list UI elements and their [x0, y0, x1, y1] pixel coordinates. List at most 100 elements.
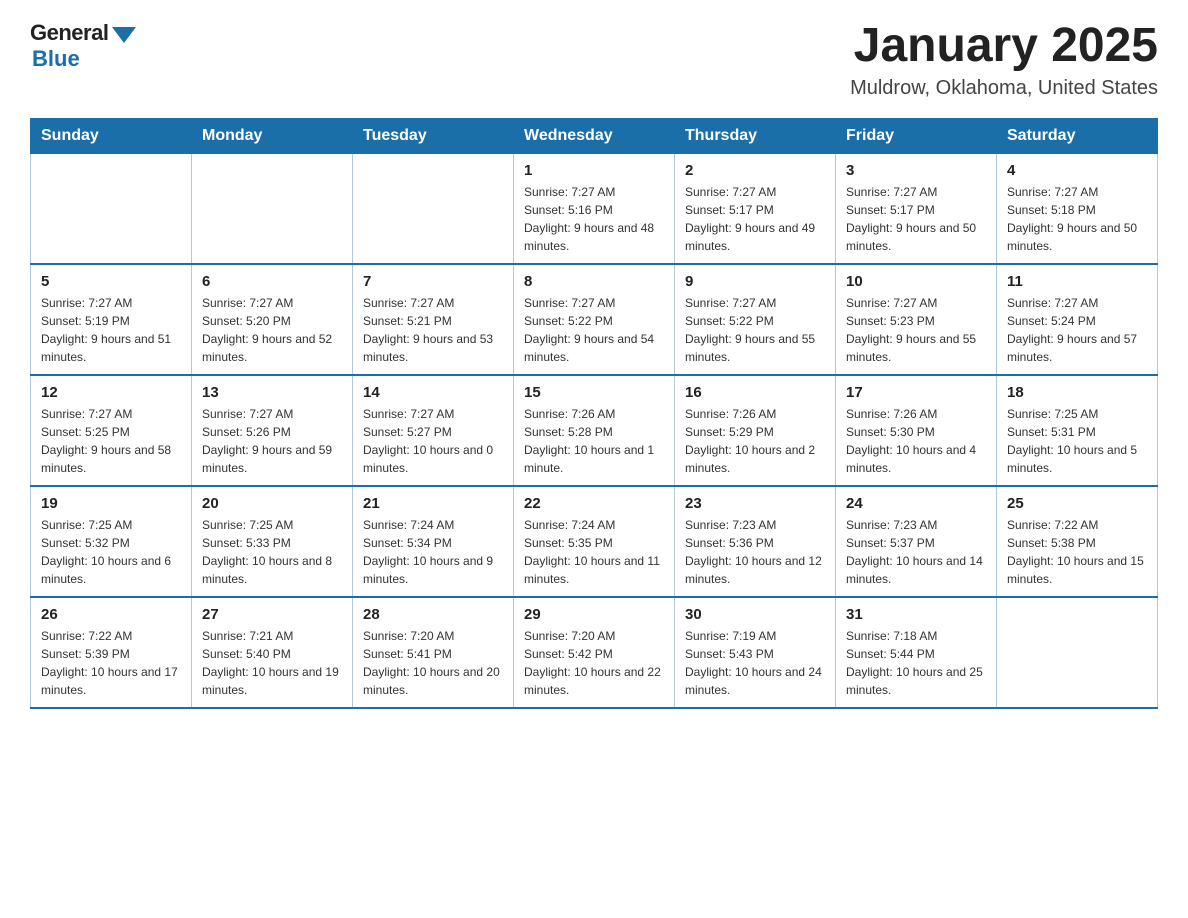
day-info: Sunrise: 7:22 AM Sunset: 5:39 PM Dayligh… — [41, 627, 181, 699]
day-info: Sunrise: 7:20 AM Sunset: 5:42 PM Dayligh… — [524, 627, 664, 699]
day-info: Sunrise: 7:25 AM Sunset: 5:33 PM Dayligh… — [202, 516, 342, 588]
day-number: 17 — [846, 384, 986, 401]
day-number: 26 — [41, 606, 181, 623]
calendar-cell: 10Sunrise: 7:27 AM Sunset: 5:23 PM Dayli… — [836, 264, 997, 375]
day-info: Sunrise: 7:27 AM Sunset: 5:26 PM Dayligh… — [202, 405, 342, 477]
day-number: 3 — [846, 162, 986, 179]
calendar-cell: 31Sunrise: 7:18 AM Sunset: 5:44 PM Dayli… — [836, 597, 997, 708]
day-info: Sunrise: 7:21 AM Sunset: 5:40 PM Dayligh… — [202, 627, 342, 699]
day-info: Sunrise: 7:19 AM Sunset: 5:43 PM Dayligh… — [685, 627, 825, 699]
day-info: Sunrise: 7:25 AM Sunset: 5:31 PM Dayligh… — [1007, 405, 1147, 477]
day-info: Sunrise: 7:27 AM Sunset: 5:23 PM Dayligh… — [846, 294, 986, 366]
day-info: Sunrise: 7:27 AM Sunset: 5:22 PM Dayligh… — [524, 294, 664, 366]
calendar-cell: 26 Sunrise: 7:22 AM Sunset: 5:39 PM Dayli… — [31, 597, 192, 708]
day-number: 1 — [524, 162, 664, 179]
calendar-week-row: 5Sunrise: 7:27 AM Sunset: 5:19 PM Daylig… — [31, 264, 1158, 375]
day-info: Sunrise: 7:20 AM Sunset: 5:41 PM Dayligh… — [363, 627, 503, 699]
calendar-cell: 18Sunrise: 7:25 AM Sunset: 5:31 PM Dayli… — [997, 375, 1158, 486]
page-header: General Blue January 2025 Muldrow, Oklah… — [30, 20, 1158, 100]
day-number: 27 — [202, 606, 342, 623]
calendar-cell — [31, 153, 192, 264]
day-info: Sunrise: 7:26 AM Sunset: 5:29 PM Dayligh… — [685, 405, 825, 477]
calendar-cell — [997, 597, 1158, 708]
calendar-cell: 2Sunrise: 7:27 AM Sunset: 5:17 PM Daylig… — [675, 153, 836, 264]
calendar-cell: 14 Sunrise: 7:27 AM Sunset: 5:27 PM Dayli… — [353, 375, 514, 486]
calendar-cell — [192, 153, 353, 264]
day-number: 15 — [524, 384, 664, 401]
day-number: 21 — [363, 495, 503, 512]
day-number: 7 — [363, 273, 503, 290]
day-number: 4 — [1007, 162, 1147, 179]
day-info: Sunrise: 7:24 AM Sunset: 5:35 PM Dayligh… — [524, 516, 664, 588]
day-info: Sunrise: 7:27 AM Sunset: 5:22 PM Dayligh… — [685, 294, 825, 366]
logo-general-text: General — [30, 20, 108, 46]
calendar-week-row: 1 Sunrise: 7:27 AM Sunset: 5:16 PM Daylig… — [31, 153, 1158, 264]
day-number: 6 — [202, 273, 342, 290]
day-info: Sunrise: 7:26 AM Sunset: 5:28 PM Dayligh… — [524, 405, 664, 477]
month-title: January 2025 — [850, 20, 1158, 73]
day-of-week-header: Sunday — [31, 118, 192, 153]
day-info: Sunrise: 7:27 AM Sunset: 5:18 PM Dayligh… — [1007, 183, 1147, 255]
calendar-cell: 25 Sunrise: 7:22 AM Sunset: 5:38 PM Dayli… — [997, 486, 1158, 597]
day-of-week-header: Thursday — [675, 118, 836, 153]
day-number: 20 — [202, 495, 342, 512]
logo: General Blue — [30, 20, 136, 72]
day-number: 12 — [41, 384, 181, 401]
day-of-week-header: Wednesday — [514, 118, 675, 153]
calendar-cell: 8 Sunrise: 7:27 AM Sunset: 5:22 PM Daylig… — [514, 264, 675, 375]
day-info: Sunrise: 7:24 AM Sunset: 5:34 PM Dayligh… — [363, 516, 503, 588]
calendar-cell: 19 Sunrise: 7:25 AM Sunset: 5:32 PM Dayli… — [31, 486, 192, 597]
day-number: 16 — [685, 384, 825, 401]
day-info: Sunrise: 7:27 AM Sunset: 5:24 PM Dayligh… — [1007, 294, 1147, 366]
calendar-cell: 3 Sunrise: 7:27 AM Sunset: 5:17 PM Daylig… — [836, 153, 997, 264]
calendar-cell: 17 Sunrise: 7:26 AM Sunset: 5:30 PM Dayli… — [836, 375, 997, 486]
day-info: Sunrise: 7:25 AM Sunset: 5:32 PM Dayligh… — [41, 516, 181, 588]
day-info: Sunrise: 7:18 AM Sunset: 5:44 PM Dayligh… — [846, 627, 986, 699]
logo-blue-text: Blue — [32, 46, 80, 72]
calendar-cell: 12 Sunrise: 7:27 AM Sunset: 5:25 PM Dayli… — [31, 375, 192, 486]
day-number: 25 — [1007, 495, 1147, 512]
calendar-cell: 13 Sunrise: 7:27 AM Sunset: 5:26 PM Dayli… — [192, 375, 353, 486]
day-info: Sunrise: 7:23 AM Sunset: 5:37 PM Dayligh… — [846, 516, 986, 588]
day-number: 14 — [363, 384, 503, 401]
day-info: Sunrise: 7:22 AM Sunset: 5:38 PM Dayligh… — [1007, 516, 1147, 588]
day-info: Sunrise: 7:27 AM Sunset: 5:17 PM Dayligh… — [685, 183, 825, 255]
calendar-cell: 11 Sunrise: 7:27 AM Sunset: 5:24 PM Dayli… — [997, 264, 1158, 375]
calendar-cell — [353, 153, 514, 264]
calendar-table: SundayMondayTuesdayWednesdayThursdayFrid… — [30, 118, 1158, 709]
calendar-cell: 4 Sunrise: 7:27 AM Sunset: 5:18 PM Daylig… — [997, 153, 1158, 264]
calendar-cell: 5Sunrise: 7:27 AM Sunset: 5:19 PM Daylig… — [31, 264, 192, 375]
day-of-week-header: Monday — [192, 118, 353, 153]
day-info: Sunrise: 7:23 AM Sunset: 5:36 PM Dayligh… — [685, 516, 825, 588]
day-number: 8 — [524, 273, 664, 290]
calendar-cell: 20 Sunrise: 7:25 AM Sunset: 5:33 PM Dayli… — [192, 486, 353, 597]
title-block: January 2025 Muldrow, Oklahoma, United S… — [850, 20, 1158, 100]
day-of-week-header: Tuesday — [353, 118, 514, 153]
calendar-cell: 9 Sunrise: 7:27 AM Sunset: 5:22 PM Daylig… — [675, 264, 836, 375]
calendar-cell: 27 Sunrise: 7:21 AM Sunset: 5:40 PM Dayli… — [192, 597, 353, 708]
day-info: Sunrise: 7:27 AM Sunset: 5:21 PM Dayligh… — [363, 294, 503, 366]
day-number: 28 — [363, 606, 503, 623]
calendar-cell: 28 Sunrise: 7:20 AM Sunset: 5:41 PM Dayli… — [353, 597, 514, 708]
day-info: Sunrise: 7:27 AM Sunset: 5:25 PM Dayligh… — [41, 405, 181, 477]
day-number: 9 — [685, 273, 825, 290]
calendar-header-row: SundayMondayTuesdayWednesdayThursdayFrid… — [31, 118, 1158, 153]
calendar-cell: 16 Sunrise: 7:26 AM Sunset: 5:29 PM Dayli… — [675, 375, 836, 486]
logo-triangle-icon — [112, 27, 136, 43]
calendar-week-row: 12 Sunrise: 7:27 AM Sunset: 5:25 PM Dayli… — [31, 375, 1158, 486]
day-number: 11 — [1007, 273, 1147, 290]
day-number: 22 — [524, 495, 664, 512]
calendar-cell: 1 Sunrise: 7:27 AM Sunset: 5:16 PM Daylig… — [514, 153, 675, 264]
day-number: 19 — [41, 495, 181, 512]
calendar-cell: 24Sunrise: 7:23 AM Sunset: 5:37 PM Dayli… — [836, 486, 997, 597]
day-of-week-header: Saturday — [997, 118, 1158, 153]
day-number: 13 — [202, 384, 342, 401]
day-info: Sunrise: 7:27 AM Sunset: 5:27 PM Dayligh… — [363, 405, 503, 477]
day-number: 5 — [41, 273, 181, 290]
day-info: Sunrise: 7:26 AM Sunset: 5:30 PM Dayligh… — [846, 405, 986, 477]
calendar-cell: 15 Sunrise: 7:26 AM Sunset: 5:28 PM Dayli… — [514, 375, 675, 486]
calendar-cell: 21 Sunrise: 7:24 AM Sunset: 5:34 PM Dayli… — [353, 486, 514, 597]
day-info: Sunrise: 7:27 AM Sunset: 5:16 PM Dayligh… — [524, 183, 664, 255]
calendar-cell: 22 Sunrise: 7:24 AM Sunset: 5:35 PM Dayli… — [514, 486, 675, 597]
day-info: Sunrise: 7:27 AM Sunset: 5:17 PM Dayligh… — [846, 183, 986, 255]
